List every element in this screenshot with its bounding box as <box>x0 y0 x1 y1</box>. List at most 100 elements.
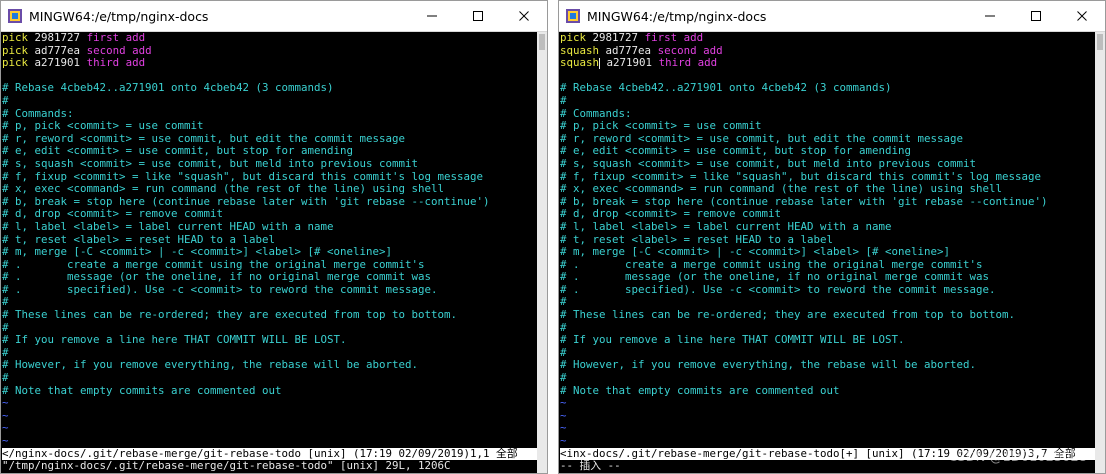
comment-line: # m, merge [-C <commit> | -c <commit>] <… <box>2 246 393 259</box>
comment-line: # r, reword <commit> = use commit, but e… <box>560 132 964 145</box>
comment-line: # e, edit <commit> = use commit, but sto… <box>560 145 912 158</box>
empty-line-tilde: ~ <box>2 422 9 435</box>
terminal-content[interactable]: pick 2981727 first add squash ad777ea sec… <box>559 32 1095 473</box>
comment-line: # x, exec <command> = run command (the r… <box>2 183 445 196</box>
maximize-button[interactable] <box>455 1 501 31</box>
commit-hash: 2981727 <box>34 32 81 44</box>
comment-line: # . create a merge commit using the orig… <box>560 258 983 271</box>
todo-line: pick 2981727 first add <box>2 32 537 45</box>
minimize-button[interactable] <box>409 1 455 31</box>
window-title: MINGW64:/e/tmp/nginx-docs <box>29 8 209 24</box>
comment-line: # <box>2 296 9 309</box>
comment-line: # . message (or the oneline, if no origi… <box>560 271 990 284</box>
todo-command: squash <box>560 44 600 57</box>
comment-line: # These lines can be re-ordered; they ar… <box>2 309 458 322</box>
comment-line: # b, break = stop here (continue rebase … <box>560 195 1048 208</box>
vertical-scrollbar[interactable] <box>537 32 547 473</box>
comment-line: # <box>2 94 9 107</box>
comment-line: # Rebase 4cbeb42..a271901 onto 4cbeb42 (… <box>560 82 892 95</box>
commit-hash: ad777ea <box>34 44 81 57</box>
mingw-terminal-icon <box>7 8 23 24</box>
todo-command: squash <box>560 57 600 70</box>
comment-line: # Note that empty commits are commented … <box>560 384 840 397</box>
comment-line: # s, squash <commit> = use commit, but m… <box>2 157 419 170</box>
title-bar[interactable]: MINGW64:/e/tmp/nginx-docs <box>559 1 1105 32</box>
todo-command: pick <box>2 57 29 70</box>
empty-line-tilde: ~ <box>2 397 9 410</box>
terminal-window-left[interactable]: MINGW64:/e/tmp/nginx-docs pick 2981727 f… <box>0 0 548 474</box>
comment-line: # If you remove a line here THAT COMMIT … <box>560 334 905 347</box>
vim-command-line: "/tmp/nginx-docs/.git/rebase-merge/git-r… <box>2 460 451 473</box>
empty-line-tilde: ~ <box>2 435 9 447</box>
commit-message: first add <box>86 32 146 44</box>
commit-message: third add <box>658 57 718 70</box>
comment-line: # However, if you remove everything, the… <box>2 359 419 372</box>
terminal-window-right[interactable]: MINGW64:/e/tmp/nginx-docs pick 2981727 f… <box>558 0 1106 474</box>
maximize-icon <box>473 11 483 21</box>
comment-line: # <box>2 372 9 385</box>
title-bar[interactable]: MINGW64:/e/tmp/nginx-docs <box>1 1 547 32</box>
comment-line: # f, fixup <commit> = like "squash", but… <box>2 170 484 183</box>
empty-line-tilde: ~ <box>560 397 567 410</box>
watermark: CSDN @1D01023028 <box>948 450 1087 465</box>
comment-line: # <box>560 372 567 385</box>
todo-line: pick ad777ea second add <box>2 45 537 58</box>
scrollbar-thumb[interactable] <box>539 34 545 50</box>
commit-hash: ad777ea <box>605 44 652 57</box>
comment-line: # If you remove a line here THAT COMMIT … <box>2 334 347 347</box>
comment-line: # However, if you remove everything, the… <box>560 359 977 372</box>
comment-line: # . specified). Use -c <commit> to rewor… <box>2 283 438 296</box>
commit-message: second add <box>657 44 723 57</box>
maximize-icon <box>1031 11 1041 21</box>
comment-line: # . create a merge commit using the orig… <box>2 258 425 271</box>
comment-line: # l, label <label> = label current HEAD … <box>560 220 892 233</box>
mingw-terminal-icon <box>565 8 581 24</box>
comment-line: # These lines can be re-ordered; they ar… <box>560 309 1016 322</box>
comment-line: # <box>560 321 567 334</box>
minimize-icon <box>427 15 437 17</box>
comment-line: # e, edit <commit> = use commit, but sto… <box>2 145 354 158</box>
commit-hash: a271901 <box>34 57 81 70</box>
todo-command: pick <box>2 44 29 57</box>
comment-line: # <box>560 94 567 107</box>
comment-line: # . specified). Use -c <commit> to rewor… <box>560 283 996 296</box>
comment-line: # l, label <label> = label current HEAD … <box>2 220 334 233</box>
close-button[interactable] <box>501 1 547 31</box>
comment-line: # <box>2 346 9 359</box>
minimize-button[interactable] <box>967 1 1013 31</box>
comment-line <box>2 70 537 83</box>
comment-line: # Commands: <box>560 107 632 120</box>
maximize-button[interactable] <box>1013 1 1059 31</box>
scrollbar-thumb[interactable] <box>1097 34 1103 50</box>
comment-line <box>560 70 1095 83</box>
window-controls <box>409 1 547 31</box>
vim-status-bar: </nginx-docs/.git/rebase-merge/git-rebas… <box>2 447 537 461</box>
todo-command: pick <box>2 32 29 44</box>
comment-line: # <box>2 321 9 334</box>
terminal-content[interactable]: pick 2981727 first add pick ad777ea secon… <box>1 32 537 473</box>
commit-message: third add <box>86 57 146 70</box>
comment-line: # r, reword <commit> = use commit, but e… <box>2 132 406 145</box>
comment-line: # Note that empty commits are commented … <box>2 384 282 397</box>
window-title: MINGW64:/e/tmp/nginx-docs <box>587 8 767 24</box>
empty-line-tilde: ~ <box>560 435 567 447</box>
todo-line: squash a271901 third add <box>560 57 1095 70</box>
empty-line-tilde: ~ <box>560 422 567 435</box>
todo-command: pick <box>560 32 587 44</box>
empty-line-tilde: ~ <box>560 409 567 422</box>
comment-line: # <box>560 296 567 309</box>
comment-line: # f, fixup <commit> = like "squash", but… <box>560 170 1042 183</box>
close-button[interactable] <box>1059 1 1105 31</box>
comment-line: # x, exec <command> = run command (the r… <box>560 183 1003 196</box>
comment-line: # . message (or the oneline, if no origi… <box>2 271 432 284</box>
commit-message: first add <box>644 32 704 44</box>
comment-line: # t, reset <label> = reset HEAD to a lab… <box>560 233 834 246</box>
empty-line-tilde: ~ <box>2 409 9 422</box>
todo-line: pick 2981727 first add <box>560 32 1095 45</box>
comment-line: # d, drop <commit> = remove commit <box>560 208 782 221</box>
todo-line: pick a271901 third add <box>2 57 537 70</box>
close-icon <box>1077 11 1087 21</box>
comment-line: # Rebase 4cbeb42..a271901 onto 4cbeb42 (… <box>2 82 334 95</box>
vertical-scrollbar[interactable] <box>1095 32 1105 473</box>
comment-line: # Commands: <box>2 107 74 120</box>
